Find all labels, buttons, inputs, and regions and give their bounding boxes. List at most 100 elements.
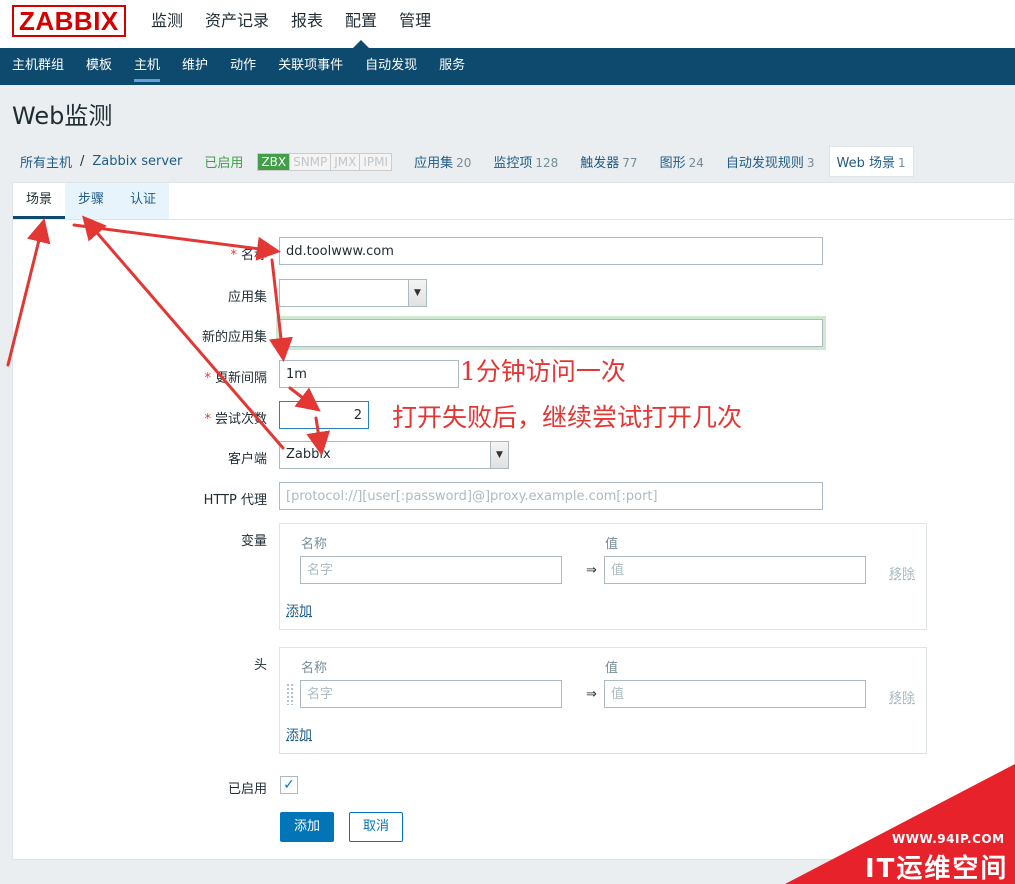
host-status-enabled[interactable]: 已启用 [204, 152, 243, 171]
variables-table: 名称 值 ⇒ 移除 添加 [279, 523, 927, 630]
availability-badges: ZBX SNMP JMX IPMI [257, 152, 393, 171]
checkmark-icon: ✓ [283, 777, 295, 793]
headers-table: 名称 值 ⇒ 移除 添加 [279, 647, 927, 754]
nav-graphs-count: 24 [688, 156, 704, 170]
zabbix-logo[interactable]: ZABBIX [12, 5, 126, 37]
nav-discovery-rules[interactable]: 自动发现规则 3 [726, 152, 815, 171]
new-application-input[interactable] [279, 319, 823, 347]
nav-graphs[interactable]: 图形 24 [660, 152, 704, 171]
badge-snmp: SNMP [290, 153, 332, 170]
attempts-label: * 尝试次数 [13, 408, 267, 427]
sub-menu-maintenance[interactable]: 维护 [171, 48, 219, 85]
sub-menu-correlation[interactable]: 关联项事件 [267, 48, 354, 85]
agent-select[interactable]: Zabbix ▼ [279, 441, 509, 469]
nav-graphs-label: 图形 [659, 156, 686, 171]
main-menu-inventory[interactable]: 资产记录 [194, 0, 280, 48]
nav-triggers-label: 触发器 [580, 156, 620, 171]
agent-select-value: Zabbix [286, 447, 331, 462]
variable-add-button[interactable]: 添加 [286, 600, 312, 619]
nav-items[interactable]: 监控项 128 [493, 152, 558, 171]
required-asterisk: * [204, 371, 211, 386]
main-menu-configuration[interactable]: 配置 [334, 0, 388, 48]
cancel-button[interactable]: 取消 [349, 812, 404, 842]
chevron-down-icon: ▼ [408, 280, 426, 306]
badge-ipmi: IPMI [360, 153, 392, 170]
required-asterisk: * [230, 248, 237, 263]
tab-steps[interactable]: 步骤 [65, 183, 118, 219]
headers-col-name: 名称 [301, 661, 328, 676]
badge-zbx: ZBX [258, 153, 291, 170]
application-label: 应用集 [227, 290, 267, 305]
badge-jmx: JMX [331, 153, 361, 170]
attempts-input[interactable] [279, 401, 369, 429]
nav-discovery-rules-label: 自动发现规则 [725, 156, 804, 171]
nav-web-scenarios-count: 1 [898, 156, 906, 170]
nav-triggers-count: 77 [622, 156, 638, 170]
main-menu-reports[interactable]: 报表 [280, 0, 334, 48]
name-input[interactable] [279, 237, 823, 265]
main-menu: 监测 资产记录 报表 配置 管理 [140, 0, 442, 48]
nav-web-scenarios-label: Web 场景 [836, 156, 896, 171]
watermark-url: WWW.94IP.COM [892, 832, 1005, 846]
form-panel: 场景 步骤 认证 *名称 应用集 ▼ 新的应用集 *更新间隔 *尝试次数 客户端… [12, 182, 1015, 860]
variable-remove-button[interactable]: 移除 [889, 563, 915, 582]
name-label-text: 名称 [240, 248, 267, 263]
nav-applications-label: 应用集 [414, 156, 454, 171]
tab-authentication[interactable]: 认证 [117, 183, 170, 219]
name-label: * 名称 [13, 244, 267, 263]
chevron-down-icon: ▼ [490, 442, 508, 468]
update-interval-input[interactable] [279, 360, 459, 388]
sub-menu-host-groups[interactable]: 主机群组 [1, 48, 75, 85]
attempts-label-text: 尝试次数 [214, 412, 267, 427]
application-select[interactable]: ▼ [279, 279, 427, 307]
sub-menu: 主机群组 模板 主机 维护 动作 关联项事件 自动发现 服务 [0, 48, 1015, 85]
nav-applications-count: 20 [456, 156, 472, 170]
header-name-input[interactable] [300, 680, 562, 708]
tab-divider [13, 219, 1014, 220]
add-button[interactable]: 添加 [280, 812, 335, 842]
nav-applications[interactable]: 应用集 20 [414, 152, 471, 171]
main-menu-monitoring[interactable]: 监测 [140, 0, 194, 48]
required-asterisk: * [204, 412, 211, 427]
watermark-name: IT运维空间 [865, 854, 1009, 884]
sub-menu-services[interactable]: 服务 [428, 48, 476, 85]
sub-menu-hosts[interactable]: 主机 [123, 48, 171, 85]
page-title: Web监测 [12, 102, 113, 130]
breadcrumb-host[interactable]: Zabbix server [84, 154, 190, 169]
annotation-interval-note: 1分钟访问一次 [460, 357, 626, 386]
variable-value-input[interactable] [604, 556, 866, 584]
nav-triggers[interactable]: 触发器 77 [580, 152, 637, 171]
agent-label: 客户端 [227, 452, 267, 467]
header-remove-button[interactable]: 移除 [889, 687, 915, 706]
headers-label: 头 [253, 658, 267, 673]
arrow-right-icon: ⇒ [586, 563, 597, 578]
nav-web-scenarios[interactable]: Web 场景 1 [828, 146, 914, 177]
update-interval-label-text: 更新间隔 [214, 371, 267, 386]
http-proxy-label: HTTP 代理 [203, 493, 267, 508]
arrow-right-icon: ⇒ [586, 687, 597, 702]
main-menu-administration[interactable]: 管理 [388, 0, 442, 48]
sub-menu-templates[interactable]: 模板 [75, 48, 123, 85]
variables-label: 变量 [240, 534, 267, 549]
breadcrumb-all-hosts[interactable]: 所有主机 [12, 152, 80, 171]
sub-menu-discovery[interactable]: 自动发现 [354, 48, 428, 85]
headers-col-value: 值 [605, 661, 619, 676]
nav-discovery-rules-count: 3 [806, 156, 815, 170]
header-value-input[interactable] [604, 680, 866, 708]
header-add-button[interactable]: 添加 [286, 724, 312, 743]
update-interval-label: * 更新间隔 [13, 367, 267, 386]
http-proxy-input[interactable] [279, 482, 823, 510]
sub-menu-actions[interactable]: 动作 [219, 48, 267, 85]
nav-items-label: 监控项 [493, 156, 533, 171]
drag-handle-icon[interactable] [286, 683, 294, 705]
variables-col-name: 名称 [301, 537, 328, 552]
variable-name-input[interactable] [300, 556, 562, 584]
top-bar: ZABBIX 监测 资产记录 报表 配置 管理 [0, 0, 1015, 48]
annotation-attempts-note: 打开失败后，继续尝试打开几次 [392, 403, 743, 432]
enabled-label: 已启用 [227, 782, 267, 797]
host-navigation: 所有主机 / Zabbix server 已启用 ZBX SNMP JMX IP… [12, 146, 1015, 177]
nav-items-count: 128 [535, 156, 559, 170]
variables-col-value: 值 [605, 537, 619, 552]
tab-scenario[interactable]: 场景 [13, 183, 66, 219]
enabled-checkbox[interactable]: ✓ [280, 776, 298, 794]
